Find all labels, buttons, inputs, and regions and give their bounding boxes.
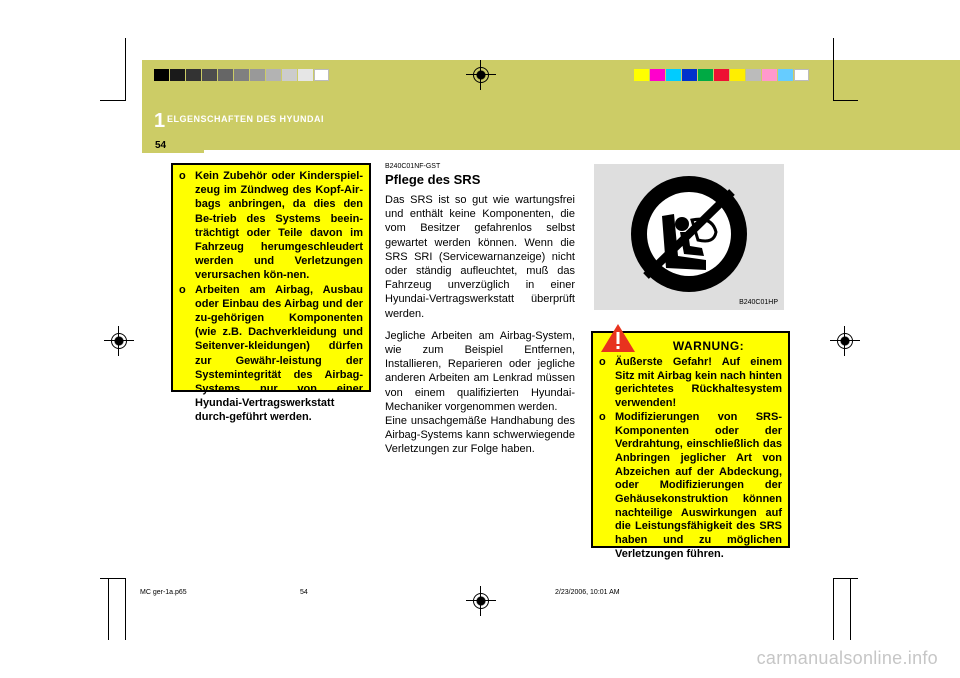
footer-date: 2/23/2006, 10:01 AM [555, 589, 620, 596]
color-swatch [234, 69, 249, 81]
list-item: Arbeiten am Airbag, Ausbau oder Einbau d… [179, 283, 363, 425]
color-swatch [666, 69, 681, 81]
color-swatch [778, 69, 793, 81]
color-swatch [218, 69, 233, 81]
caution-box: Kein Zubehör oder Kinderspiel-zeug im Zü… [171, 163, 371, 423]
body-paragraph: Eine unsachgemäße Handhabung des Airbag-… [385, 415, 575, 456]
crop-mark [100, 578, 125, 579]
registration-mark-right [830, 326, 860, 356]
grayscale-bar [154, 69, 330, 81]
section-column: B240C01NF-GST Pflege des SRS Das SRS ist… [385, 163, 575, 457]
warning-list: Äußerste Gefahr! Auf einem Sitz mit Airb… [599, 356, 782, 562]
airbag-illustration: AIRBAG B240C01HP [594, 164, 784, 310]
section-code: B240C01NF-GST [385, 163, 441, 170]
color-swatch [634, 69, 649, 81]
airbag-warning-icon: AIRBAG [631, 176, 747, 292]
color-swatch [762, 69, 777, 81]
color-swatch [730, 69, 745, 81]
body-paragraph: Jegliche Arbeiten am Airbag-System, wie … [385, 329, 575, 413]
crop-mark [833, 100, 858, 101]
chapter-title: ELGENSCHAFTEN DES HYUNDAI [167, 114, 325, 124]
color-swatch [250, 69, 265, 81]
chapter-number: 1 [154, 110, 166, 132]
warning-triangle-icon [601, 324, 635, 352]
crop-mark [100, 100, 125, 101]
crop-mark [108, 578, 109, 640]
list-item: Äußerste Gefahr! Auf einem Sitz mit Airb… [599, 356, 782, 411]
warning-heading: WARNUNG: [672, 339, 745, 353]
color-swatch [202, 69, 217, 81]
color-swatch [186, 69, 201, 81]
watermark: carmanualsonline.info [756, 648, 938, 668]
crop-mark [125, 38, 126, 100]
color-swatch [154, 69, 169, 81]
color-swatch [794, 69, 809, 81]
registration-mark-left [104, 326, 134, 356]
body-paragraph: Das SRS ist so gut wie wartungsfrei und … [385, 194, 575, 320]
page-number-tab [142, 135, 204, 153]
list-item: Modifizierungen von SRS-Komponenten oder… [599, 411, 782, 562]
color-swatch [746, 69, 761, 81]
color-swatch [266, 69, 281, 81]
color-swatch [170, 69, 185, 81]
section-title: Pflege des SRS [385, 172, 481, 187]
registration-mark-bottom [466, 586, 496, 616]
registration-mark-top [466, 60, 496, 90]
figure-code: B240C01HP [739, 299, 778, 306]
footer-page: 54 [300, 589, 308, 596]
color-swatch [282, 69, 297, 81]
crop-mark [833, 578, 858, 579]
color-swatch [698, 69, 713, 81]
page-number: 54 [155, 140, 167, 151]
crop-mark [125, 578, 126, 640]
color-swatch [314, 69, 329, 81]
crop-mark [833, 38, 834, 100]
crop-mark [125, 100, 126, 101]
list-item: Kein Zubehör oder Kinderspiel-zeug im Zü… [179, 169, 363, 283]
footer-file: MC ger-1a.p65 [140, 589, 187, 596]
crop-mark [833, 578, 834, 640]
color-swatch [298, 69, 313, 81]
color-swatch [650, 69, 665, 81]
color-swatch [714, 69, 729, 81]
caution-list: Kein Zubehör oder Kinderspiel-zeug im Zü… [179, 169, 363, 425]
warning-box: WARNUNG: Äußerste Gefahr! Auf einem Sitz… [591, 324, 790, 560]
color-swatch [682, 69, 697, 81]
color-bar [634, 69, 810, 81]
crop-mark [850, 578, 851, 640]
